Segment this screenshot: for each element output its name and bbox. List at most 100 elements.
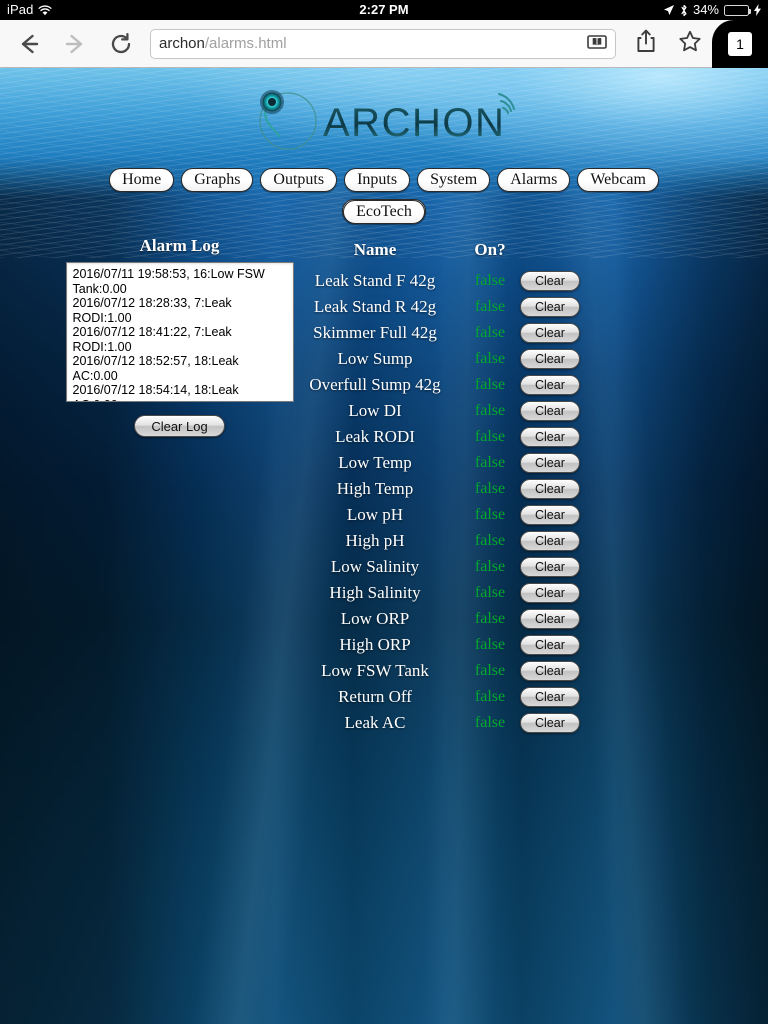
table-row: Low TempfalseClear xyxy=(290,450,590,476)
clear-alarm-button[interactable]: Clear xyxy=(520,323,580,343)
alarm-action-cell: Clear xyxy=(520,606,590,632)
clear-log-button[interactable]: Clear Log xyxy=(134,415,224,437)
alarm-action-cell: Clear xyxy=(520,398,590,424)
alarm-name: Leak AC xyxy=(290,710,460,736)
nav-ecotech-button[interactable]: EcoTech xyxy=(343,200,425,224)
alarm-log-line: 2016/07/12 18:28:33, 7:Leak RODI:1.00 xyxy=(73,296,287,325)
alarm-state-value: false xyxy=(460,632,520,658)
alarm-state-value: false xyxy=(460,346,520,372)
back-button[interactable] xyxy=(6,20,52,68)
clear-log-wrap: Clear Log xyxy=(52,415,307,437)
alarm-state-value: false xyxy=(460,268,520,294)
table-row: Skimmer Full 42gfalseClear xyxy=(290,320,590,346)
nav-system-button[interactable]: System xyxy=(417,168,490,192)
table-row: High TempfalseClear xyxy=(290,476,590,502)
clear-alarm-button[interactable]: Clear xyxy=(520,401,580,421)
alarm-table-head: Name On? xyxy=(290,240,590,268)
clock: 2:27 PM xyxy=(0,0,768,20)
clear-alarm-button[interactable]: Clear xyxy=(520,427,580,447)
share-button[interactable] xyxy=(624,20,668,68)
alarm-name: Low ORP xyxy=(290,606,460,632)
alarm-log-panel: Alarm Log 2016/07/11 19:58:53, 16:Low FS… xyxy=(52,236,307,437)
table-row: Return OfffalseClear xyxy=(290,684,590,710)
nav-home-button[interactable]: Home xyxy=(109,168,174,192)
alarm-action-cell: Clear xyxy=(520,658,590,684)
bluetooth-icon xyxy=(680,4,688,17)
alarm-state-value: false xyxy=(460,424,520,450)
alarm-name: Low pH xyxy=(290,502,460,528)
alarm-name: Leak Stand R 42g xyxy=(290,294,460,320)
table-row: Overfull Sump 42gfalseClear xyxy=(290,372,590,398)
clear-alarm-button[interactable]: Clear xyxy=(520,453,580,473)
alarm-action-cell: Clear xyxy=(520,294,590,320)
reader-view-icon[interactable] xyxy=(587,34,607,53)
nav-inputs-button[interactable]: Inputs xyxy=(344,168,410,192)
alarm-state-value: false xyxy=(460,294,520,320)
clear-alarm-button[interactable]: Clear xyxy=(520,557,580,577)
clear-alarm-button[interactable]: Clear xyxy=(520,375,580,395)
archon-circle-emblem-icon xyxy=(260,90,316,149)
clear-alarm-button[interactable]: Clear xyxy=(520,635,580,655)
ios-status-bar: iPad 2:27 PM 34% xyxy=(0,0,768,20)
clear-alarm-button[interactable]: Clear xyxy=(520,609,580,629)
table-row: Low DIfalseClear xyxy=(290,398,590,424)
address-bar[interactable]: archon/alarms.html xyxy=(150,29,616,59)
alarm-name: Low FSW Tank xyxy=(290,658,460,684)
alarm-state-value: false xyxy=(460,528,520,554)
clear-alarm-button[interactable]: Clear xyxy=(520,583,580,603)
tabs-button[interactable]: 1 xyxy=(712,20,768,68)
table-row: Low pHfalseClear xyxy=(290,502,590,528)
clear-alarm-button[interactable]: Clear xyxy=(520,687,580,707)
forward-button[interactable] xyxy=(52,20,98,68)
alarm-action-cell: Clear xyxy=(520,476,590,502)
bookmark-button[interactable] xyxy=(668,20,712,68)
table-row: Leak Stand F 42gfalseClear xyxy=(290,268,590,294)
nav-graphs-button[interactable]: Graphs xyxy=(181,168,253,192)
alarm-name: Low Temp xyxy=(290,450,460,476)
reload-icon xyxy=(110,33,132,55)
column-header-name: Name xyxy=(290,240,460,268)
reload-button[interactable] xyxy=(98,20,144,68)
alarm-state-value: false xyxy=(460,450,520,476)
share-icon xyxy=(636,29,656,58)
clear-alarm-button[interactable]: Clear xyxy=(520,531,580,551)
nav-outputs-button[interactable]: Outputs xyxy=(260,168,337,192)
lightning-bolt-icon xyxy=(754,4,761,16)
clear-alarm-button[interactable]: Clear xyxy=(520,713,580,733)
battery-percent-label: 34% xyxy=(693,0,719,20)
clear-alarm-button[interactable]: Clear xyxy=(520,349,580,369)
nav-alarms-button[interactable]: Alarms xyxy=(497,168,570,192)
alarm-log-textarea[interactable]: 2016/07/11 19:58:53, 16:Low FSW Tank:0.0… xyxy=(66,262,294,402)
alarm-action-cell: Clear xyxy=(520,710,590,736)
clear-alarm-button[interactable]: Clear xyxy=(520,479,580,499)
nav-webcam-button[interactable]: Webcam xyxy=(577,168,659,192)
url-text: archon/alarms.html xyxy=(159,35,287,52)
table-row: High SalinityfalseClear xyxy=(290,580,590,606)
logo-wordmark: ARCHON xyxy=(323,101,505,145)
safari-toolbar: archon/alarms.html 1 xyxy=(0,20,768,68)
clear-alarm-button[interactable]: Clear xyxy=(520,271,580,291)
location-arrow-icon xyxy=(663,4,675,16)
alarm-action-cell: Clear xyxy=(520,632,590,658)
alarm-name: Overfull Sump 42g xyxy=(290,372,460,398)
clear-alarm-button[interactable]: Clear xyxy=(520,297,580,317)
forward-arrow-icon xyxy=(63,33,87,55)
clear-alarm-button[interactable]: Clear xyxy=(520,505,580,525)
alarm-action-cell: Clear xyxy=(520,320,590,346)
alarm-action-cell: Clear xyxy=(520,424,590,450)
clear-alarm-button[interactable]: Clear xyxy=(520,661,580,681)
main-navigation-row2: EcoTech xyxy=(0,200,768,224)
battery-icon xyxy=(724,5,749,16)
alarm-state-value: false xyxy=(460,320,520,346)
alarm-name: Low DI xyxy=(290,398,460,424)
alarm-log-line: 2016/07/11 19:58:53, 16:Low FSW Tank:0.0… xyxy=(73,267,287,296)
table-row: High ORPfalseClear xyxy=(290,632,590,658)
site-logo[interactable]: ARCHON xyxy=(0,84,768,154)
alarm-name: High Temp xyxy=(290,476,460,502)
alarm-name: High ORP xyxy=(290,632,460,658)
alarm-state-value: false xyxy=(460,502,520,528)
url-path: /alarms.html xyxy=(205,35,287,52)
alarm-name: High Salinity xyxy=(290,580,460,606)
alarm-table-body: Leak Stand F 42gfalseClearLeak Stand R 4… xyxy=(290,268,590,736)
table-row: Low SumpfalseClear xyxy=(290,346,590,372)
